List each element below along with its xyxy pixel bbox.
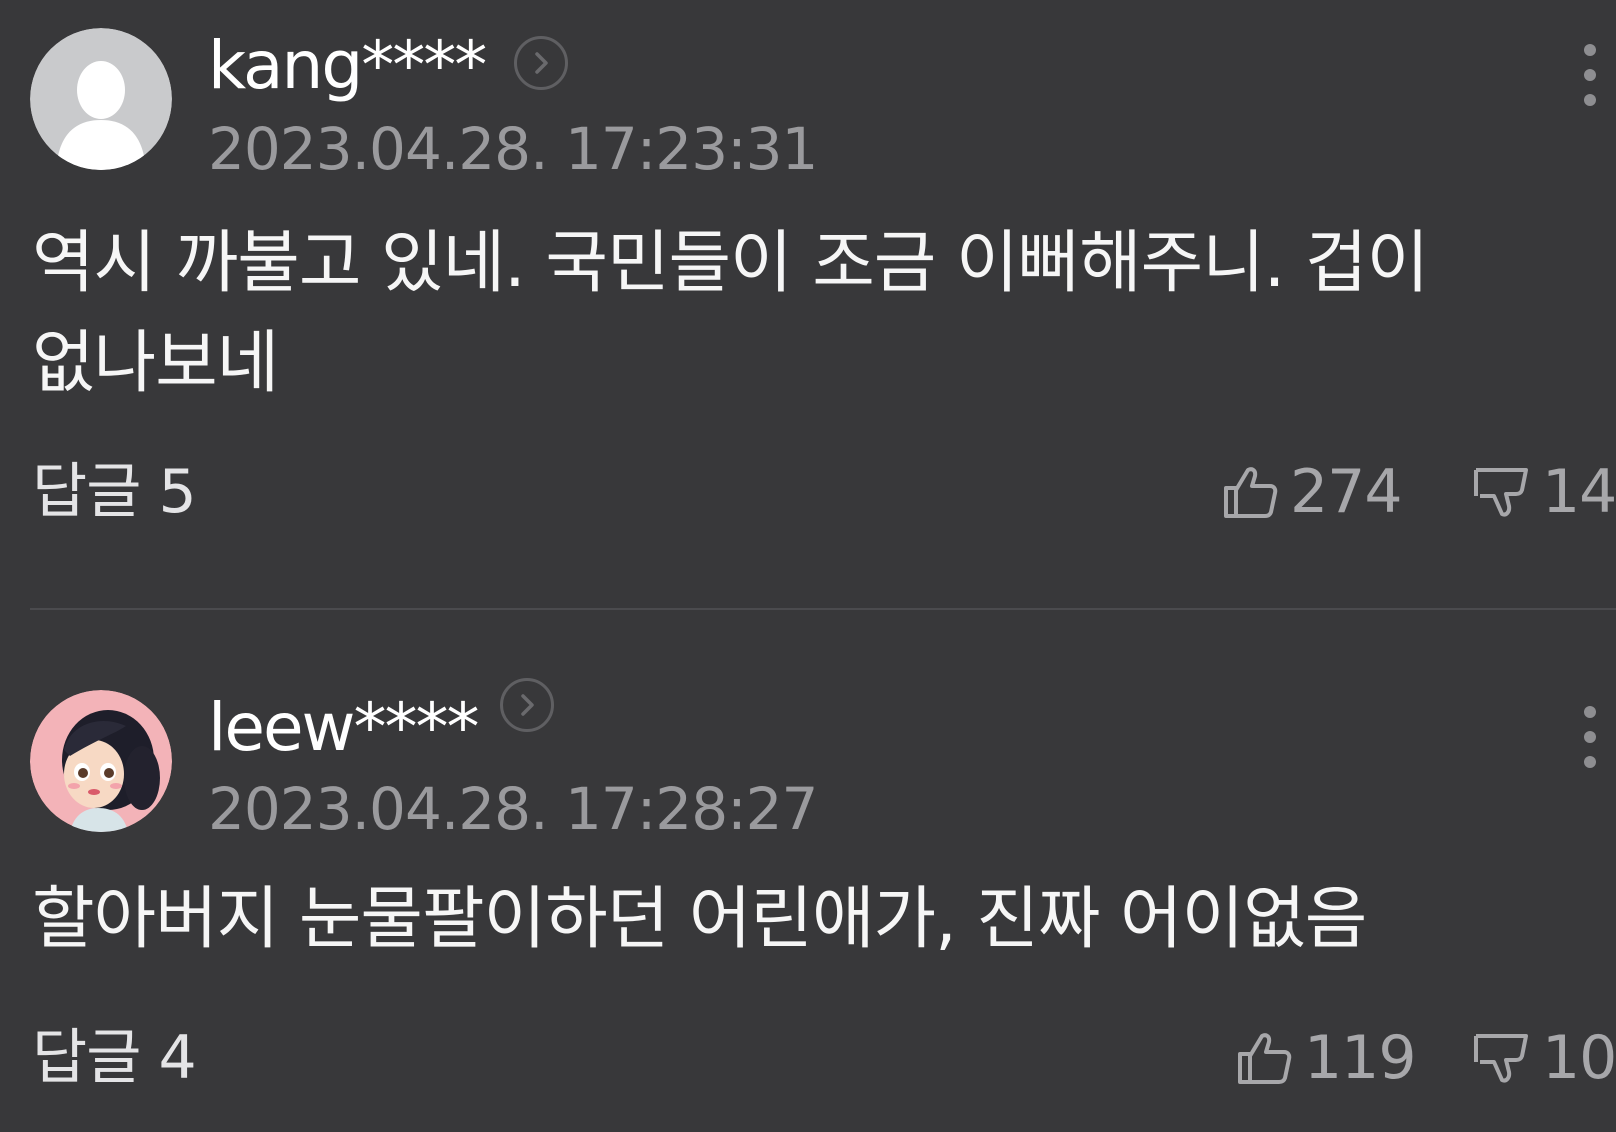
comment-list: kang**** 2023.04.28. 17:23:31 역시 까불고 있네.…	[0, 0, 1616, 1132]
reply-button[interactable]: 답글 5	[32, 452, 197, 532]
more-options-icon[interactable]	[1576, 702, 1604, 772]
reply-button[interactable]: 답글 4	[32, 1018, 197, 1098]
thumbs-down-icon	[1474, 468, 1528, 517]
default-user-icon	[30, 28, 172, 170]
comment-divider	[30, 608, 1616, 610]
thumbs-up-icon	[1238, 1033, 1292, 1084]
more-options-icon[interactable]	[1576, 40, 1604, 110]
avatar[interactable]	[30, 690, 172, 832]
avatar[interactable]	[30, 28, 172, 170]
comment-author[interactable]: kang****	[208, 26, 487, 106]
profile-arrow-button[interactable]	[514, 36, 568, 90]
dislike-button[interactable]: 14	[1470, 452, 1616, 532]
chevron-right-icon	[535, 52, 548, 74]
comment-timestamp: 2023.04.28. 17:23:31	[208, 115, 818, 183]
thumbs-down-icon	[1474, 1034, 1528, 1083]
like-count: 119	[1304, 1023, 1417, 1093]
like-count: 274	[1290, 457, 1403, 527]
comment-text: 역시 까불고 있네. 국민들이 조금 이뻐해주니. 겁이 없나보네	[32, 224, 1429, 403]
chevron-right-icon	[521, 694, 534, 716]
like-button[interactable]: 119	[1232, 1018, 1417, 1098]
comment-item: kang**** 2023.04.28. 17:23:31 역시 까불고 있네.…	[0, 0, 1616, 608]
dislike-count: 14	[1542, 457, 1616, 527]
like-button[interactable]: 274	[1218, 452, 1403, 532]
dislike-button[interactable]: 10	[1470, 1018, 1616, 1098]
dislike-count: 10	[1542, 1023, 1616, 1093]
profile-arrow-button[interactable]	[500, 678, 554, 732]
comment-item: leew**** 2023.04.28. 17:28:27 할아버지 눈물팔이하…	[0, 662, 1616, 1132]
character-avatar-icon	[30, 690, 172, 832]
comment-text: 할아버지 눈물팔이하던 어린애가, 진짜 어이없음	[32, 880, 1367, 959]
comment-footer: 답글 4 119 10	[0, 1018, 1616, 1098]
thumbs-up-icon	[1224, 467, 1278, 518]
comment-timestamp: 2023.04.28. 17:28:27	[208, 775, 818, 843]
comment-author[interactable]: leew****	[208, 688, 480, 768]
comment-footer: 답글 5 274 14	[0, 452, 1616, 532]
